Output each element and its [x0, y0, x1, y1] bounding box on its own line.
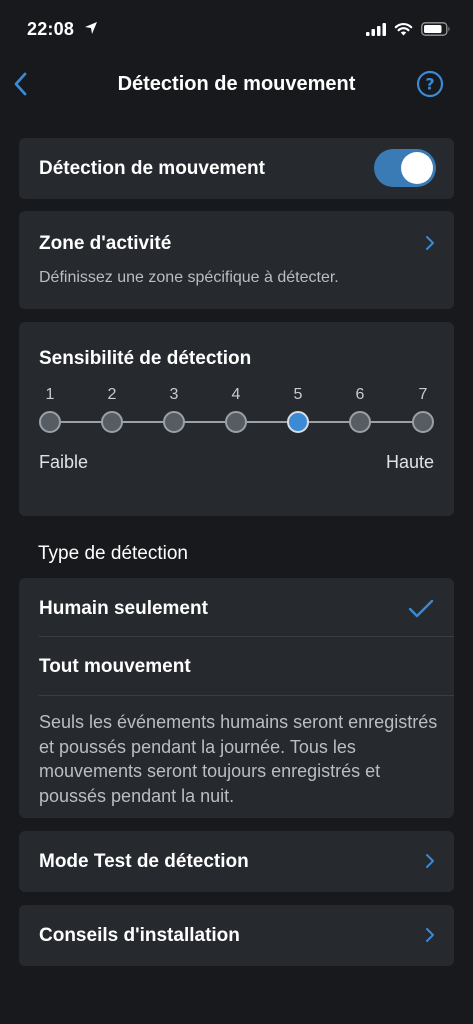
- activity-zone-description: Définissez une zone spécifique à détecte…: [39, 269, 339, 286]
- level-7-label: 7: [418, 386, 428, 403]
- activity-zone-label: Zone d'activité: [39, 233, 172, 254]
- help-icon[interactable]: ?: [416, 70, 444, 98]
- option-all-motion[interactable]: Tout mouvement: [19, 637, 454, 695]
- level-6-label: 6: [355, 386, 365, 403]
- level-4-stop[interactable]: [225, 411, 247, 433]
- level-3-label: 3: [169, 386, 179, 403]
- page-title: Détection de mouvement: [117, 73, 356, 95]
- detection-type-card: Humain seulement Tout mouvement Seuls le…: [19, 578, 454, 818]
- sensitivity-low-label: Faible: [39, 452, 89, 472]
- detection-type-description: Seuls les événements humains seront enre…: [39, 712, 438, 806]
- option-human-only-label: Humain seulement: [39, 598, 208, 619]
- test-mode-card[interactable]: Mode Test de détection: [19, 831, 454, 892]
- checkmark-icon: [408, 599, 434, 618]
- level-4-label: 4: [231, 386, 241, 403]
- level-2-label: 2: [107, 386, 117, 403]
- level-5-stop-selected[interactable]: [287, 411, 309, 433]
- location-arrow-icon: [85, 22, 97, 34]
- level-2-stop[interactable]: [101, 411, 123, 433]
- installation-tips-card[interactable]: Conseils d'installation: [19, 905, 454, 966]
- status-bar: 22:08: [0, 0, 473, 56]
- motion-detection-card: Détection de mouvement: [19, 138, 454, 199]
- test-mode-label: Mode Test de détection: [39, 851, 249, 872]
- chevron-right-icon: [426, 928, 434, 942]
- level-7-stop[interactable]: [412, 411, 434, 433]
- activity-zone-card[interactable]: Zone d'activité Définissez une zone spéc…: [19, 211, 454, 309]
- option-human-only[interactable]: Humain seulement: [19, 578, 454, 636]
- option-all-motion-label: Tout mouvement: [39, 656, 191, 677]
- sensitivity-card: Sensibilité de détection 1 2 3 4 5 6 7 F…: [19, 322, 454, 516]
- toggle-knob: [401, 152, 433, 184]
- level-6-stop[interactable]: [349, 411, 371, 433]
- level-5-label: 5: [293, 386, 303, 403]
- sensitivity-high-label: Haute: [385, 452, 434, 472]
- installation-tips-label: Conseils d'installation: [39, 925, 240, 946]
- divider: [39, 695, 454, 696]
- wifi-icon: [394, 23, 413, 36]
- cellular-signal-icon: [366, 23, 386, 36]
- battery-icon: [421, 22, 450, 36]
- chevron-right-icon: [426, 854, 434, 868]
- motion-detection-label: Détection de mouvement: [39, 158, 265, 179]
- level-1-label: 1: [45, 386, 55, 403]
- level-1-stop[interactable]: [39, 411, 61, 433]
- chevron-right-icon: [426, 236, 434, 250]
- detection-type-heading: Type de détection: [38, 543, 188, 564]
- motion-detection-toggle[interactable]: [374, 149, 436, 187]
- level-3-stop[interactable]: [163, 411, 185, 433]
- svg-text:?: ?: [425, 75, 434, 94]
- sensitivity-label: Sensibilité de détection: [39, 348, 252, 369]
- status-time: 22:08: [27, 19, 75, 39]
- screen: 22:08 Détection de mouvement ? Détection…: [0, 0, 473, 1024]
